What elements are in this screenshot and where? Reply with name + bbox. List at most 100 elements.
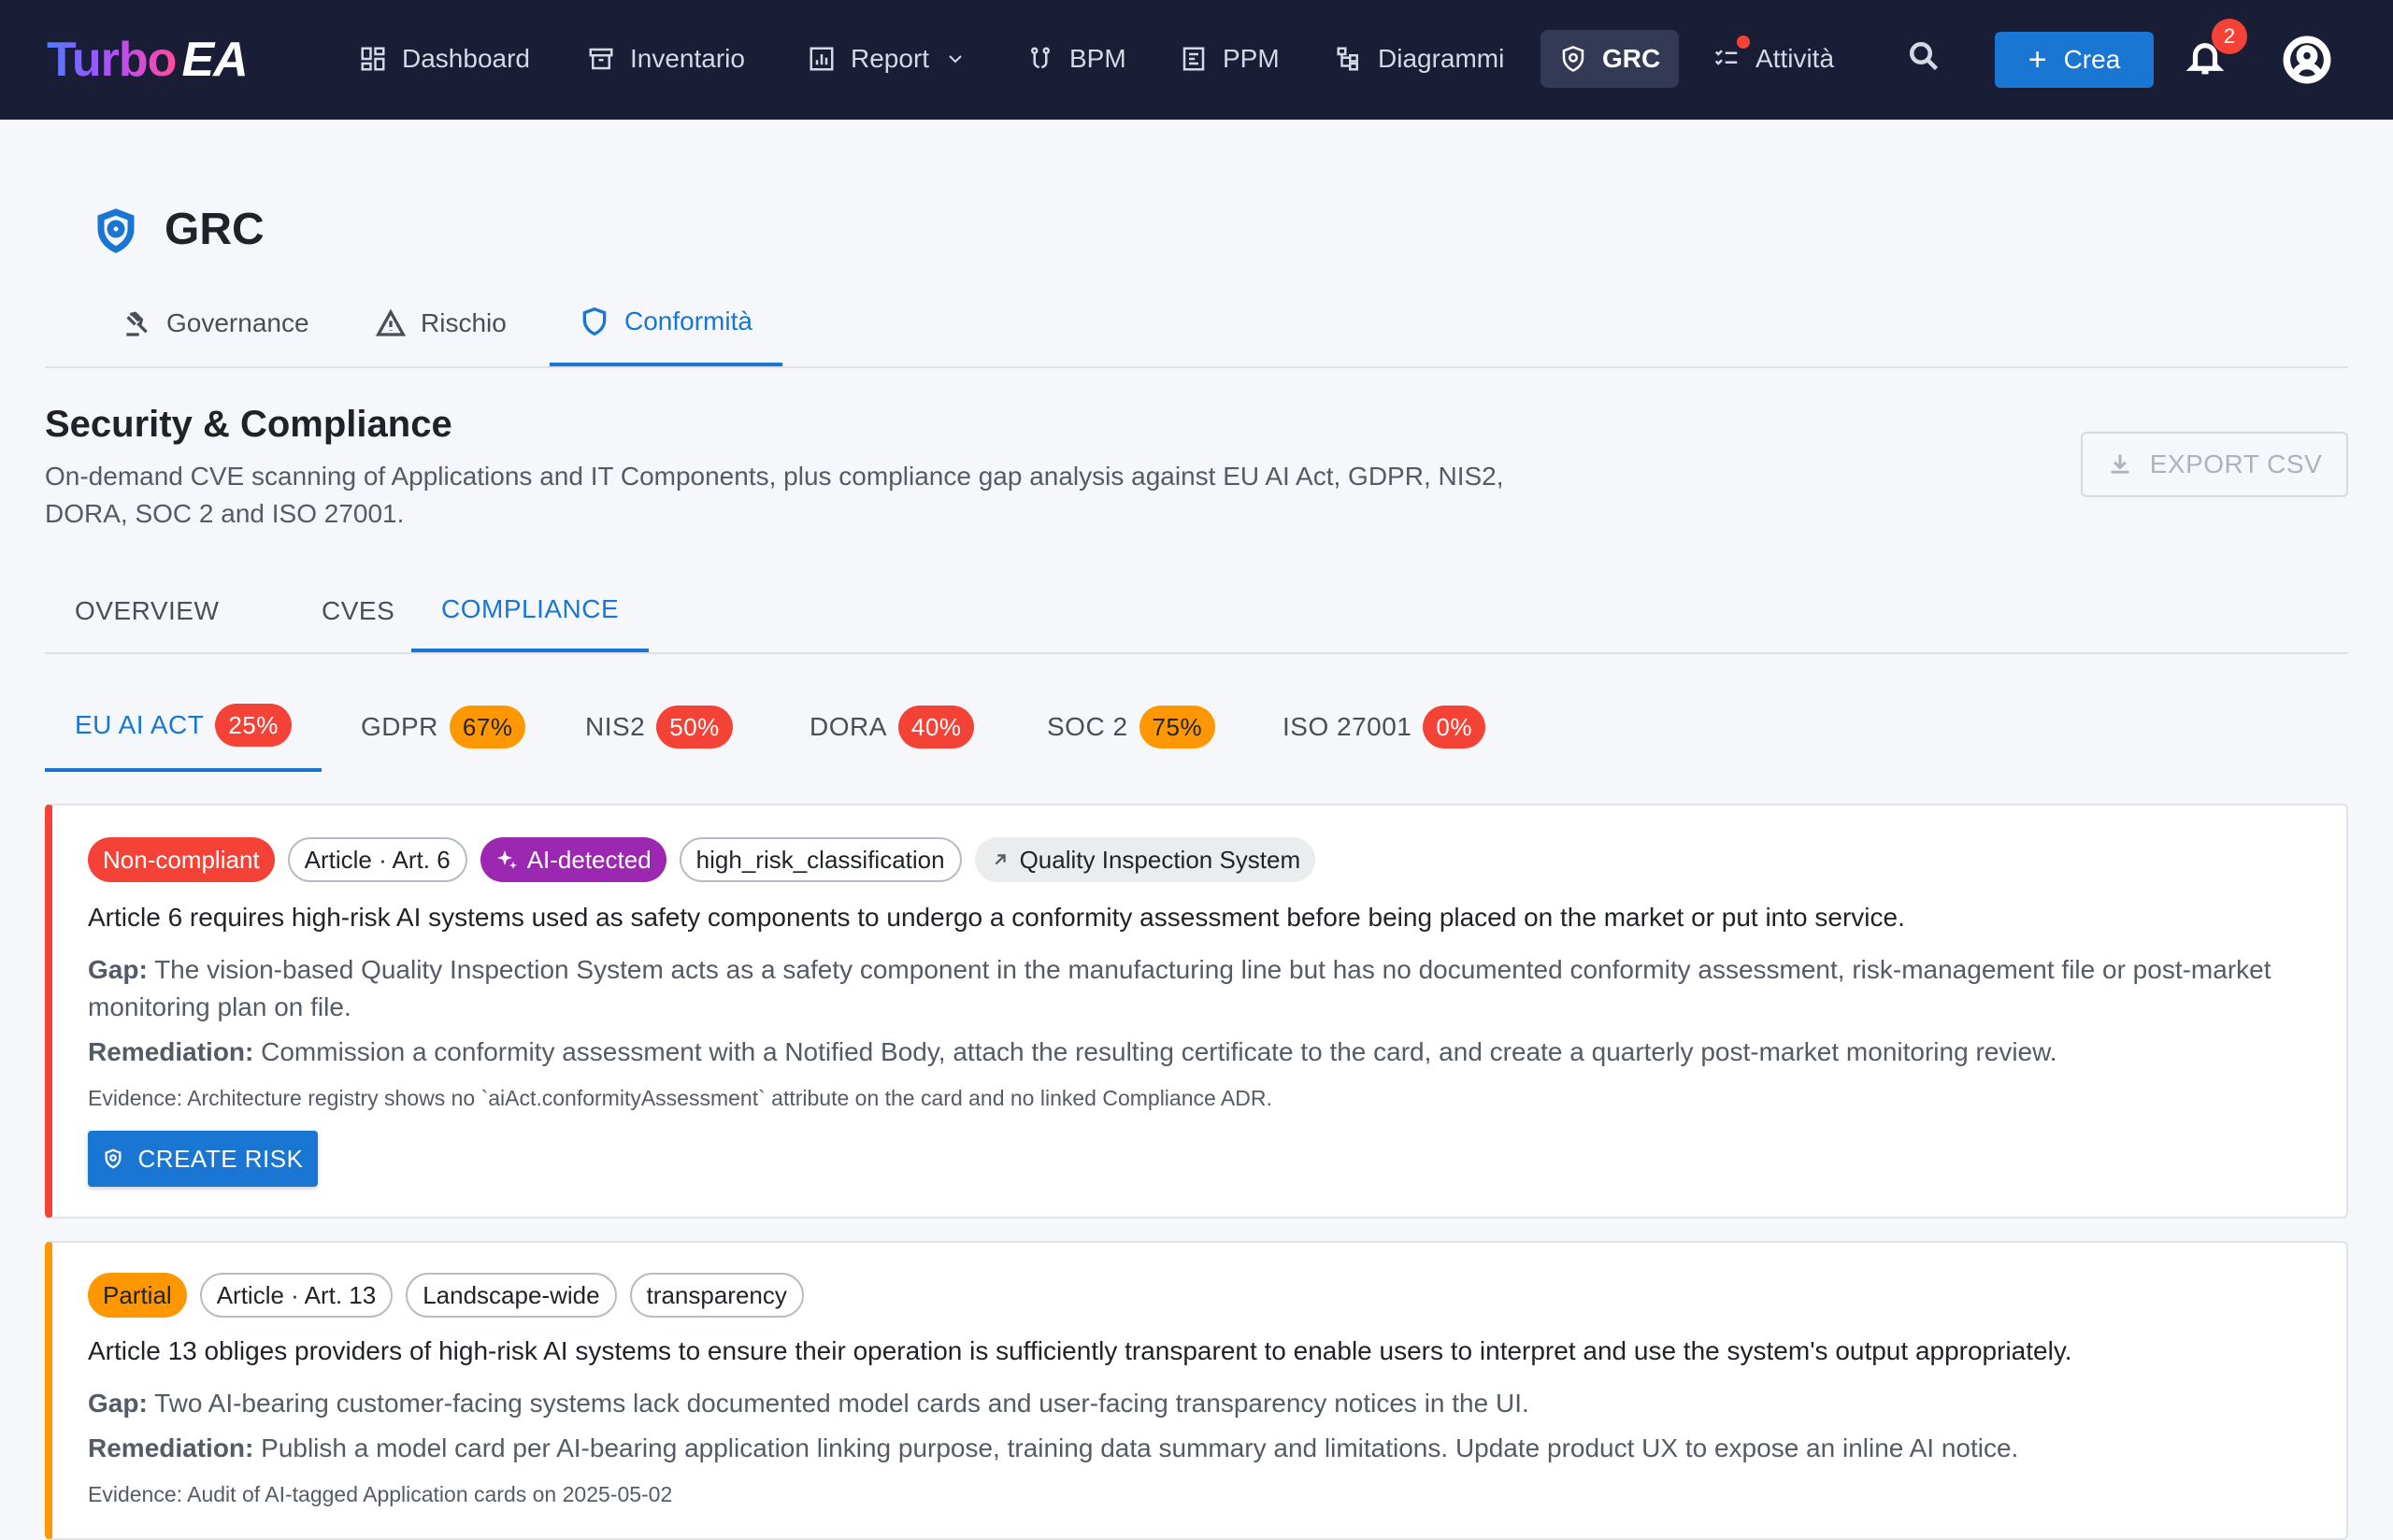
sparkle-icon <box>496 850 517 869</box>
finding-remediation: Remediation: Commission a conformity ass… <box>88 1034 2322 1071</box>
gap-text: The vision-based Quality Inspection Syst… <box>88 955 2271 1021</box>
framework-tab-soc2[interactable]: SOC 2 75% <box>1017 682 1245 772</box>
finding-chips: Partial Article · Art. 13 Landscape-wide… <box>88 1273 804 1318</box>
framework-label: DORA <box>810 712 887 741</box>
framework-tab-iso27001[interactable]: ISO 27001 0% <box>1253 682 1515 772</box>
status-chip: Partial <box>88 1273 187 1318</box>
search-button[interactable] <box>1907 39 1948 80</box>
tab-compliance[interactable]: COMPLIANCE <box>411 570 650 652</box>
process-icon <box>1031 47 1050 68</box>
remediation-label: Remediation: <box>88 1037 254 1066</box>
ai-detected-chip: AI-detected <box>480 837 666 882</box>
diagram-icon <box>1337 47 1358 71</box>
framework-tab-eu-ai-act[interactable]: EU AI ACT 25% <box>45 682 322 772</box>
category-chip: transparency <box>629 1273 804 1318</box>
shield-icon <box>97 208 135 253</box>
nav-ppm[interactable]: PPM <box>1161 30 1298 88</box>
finding-card: Partial Article · Art. 13 Landscape-wide… <box>45 1241 2348 1540</box>
tab-governance-label: Governance <box>166 308 309 337</box>
checklist-icon <box>1714 50 1738 65</box>
finding-requirement: Article 13 obliges providers of high-ris… <box>88 1336 2072 1365</box>
framework-score-badge: 75% <box>1139 706 1216 749</box>
nav-diagrammi-label: Diagrammi <box>1378 44 1505 73</box>
finding-card: Non-compliant Article · Art. 6 AI-detect… <box>45 804 2348 1219</box>
create-risk-button[interactable]: CREATE RISK <box>88 1131 318 1187</box>
scope-chip: Landscape-wide <box>406 1273 617 1318</box>
finding-chips: Non-compliant Article · Art. 6 AI-detect… <box>88 837 1316 882</box>
tab-conformita[interactable]: Conformità <box>550 280 782 366</box>
nav-diagrammi[interactable]: Diagrammi <box>1316 30 1523 88</box>
framework-tab-gdpr[interactable]: GDPR 67% <box>331 682 555 772</box>
nav-bpm-label: BPM <box>1069 44 1126 73</box>
nav-dashboard-label: Dashboard <box>402 44 530 73</box>
framework-score-badge: 25% <box>215 704 292 747</box>
report-icon <box>810 47 834 71</box>
nav-grc-label: GRC <box>1602 44 1661 73</box>
tab-overview[interactable]: OVERVIEW <box>45 570 249 652</box>
nav-inventario-label: Inventario <box>630 44 745 73</box>
framework-label: SOC 2 <box>1047 712 1128 741</box>
arrow-up-right-icon <box>995 854 1006 865</box>
nav-bpm[interactable]: BPM <box>1008 30 1145 88</box>
framework-score-badge: 0% <box>1423 706 1485 749</box>
export-csv-button[interactable]: EXPORT CSV <box>2081 432 2348 497</box>
account-button[interactable] <box>2283 36 2331 84</box>
search-icon <box>1910 42 1939 71</box>
attivita-unread-dot <box>1737 36 1750 49</box>
top-navigation-bar: Turbo EA Dashboard Inventario Report BPM… <box>0 0 2393 120</box>
remediation-label: Remediation: <box>88 1433 254 1462</box>
tab-rischio[interactable]: Rischio <box>346 280 537 366</box>
remediation-text: Commission a conformity assessment with … <box>261 1037 2057 1066</box>
warning-icon <box>376 308 406 336</box>
framework-tab-nis2[interactable]: NIS2 50% <box>555 682 763 772</box>
account-circle-icon <box>2283 36 2331 84</box>
nav-attivita[interactable]: Attività <box>1694 30 1853 88</box>
nav-dashboard[interactable]: Dashboard <box>340 30 549 88</box>
create-button-label: Crea <box>2063 45 2121 74</box>
dashboard-icon <box>361 47 385 71</box>
create-risk-label: CREATE RISK <box>137 1144 304 1173</box>
grc-tabs: Governance Rischio Conformità <box>45 280 2348 368</box>
framework-tab-dora[interactable]: DORA 40% <box>780 682 1004 772</box>
ai-detected-label: AI-detected <box>526 845 652 874</box>
shield-outline-icon <box>582 307 607 336</box>
plus-icon: + <box>2028 42 2047 78</box>
archive-icon <box>589 48 613 70</box>
section-description: On-demand CVE scanning of Applications a… <box>45 462 1504 528</box>
nav-inventario[interactable]: Inventario <box>568 30 764 88</box>
section-title: Security & Compliance <box>45 404 452 445</box>
grc-page-icon <box>93 207 138 254</box>
export-csv-label: EXPORT CSV <box>2149 449 2323 478</box>
tab-governance[interactable]: Governance <box>92 280 339 366</box>
gap-label: Gap: <box>88 1389 148 1418</box>
article-chip: Article · Art. 13 <box>199 1273 394 1318</box>
nav-grc[interactable]: GRC <box>1540 30 1680 88</box>
security-subtabs: OVERVIEW CVES COMPLIANCE <box>45 570 2348 654</box>
tab-rischio-label: Rischio <box>421 308 507 337</box>
article-chip: Article · Art. 6 <box>287 837 467 882</box>
framework-score-badge: 40% <box>897 706 975 749</box>
framework-label: NIS2 <box>585 712 646 741</box>
download-icon <box>2111 454 2129 474</box>
linked-card-chip[interactable]: Quality Inspection System <box>974 837 1316 882</box>
nav-ppm-label: PPM <box>1223 44 1280 73</box>
app-logo[interactable]: Turbo EA <box>47 30 249 90</box>
finding-requirement: Article 6 requires high-risk AI systems … <box>88 903 1905 932</box>
framework-score-badge: 67% <box>449 706 526 749</box>
page-title: GRC <box>165 205 265 254</box>
linked-card-label: Quality Inspection System <box>1019 845 1301 874</box>
shield-icon <box>105 1148 122 1169</box>
finding-gap: Gap: The vision-based Quality Inspection… <box>88 951 2322 1026</box>
tab-conformita-label: Conformità <box>624 307 752 335</box>
finding-evidence: Evidence: Architecture registry shows no… <box>88 1086 1272 1110</box>
category-chip: high_risk_classification <box>679 837 962 882</box>
gap-text: Two AI-bearing customer-facing systems l… <box>154 1389 1529 1418</box>
framework-label: GDPR <box>361 712 438 741</box>
notification-count-badge: 2 <box>2212 19 2247 54</box>
nav-attivita-label: Attività <box>1755 44 1835 73</box>
tab-cves[interactable]: CVES <box>292 570 424 652</box>
finding-gap: Gap: Two AI-bearing customer-facing syst… <box>88 1385 2322 1422</box>
nav-report[interactable]: Report <box>789 30 985 88</box>
create-button[interactable]: + Crea <box>1995 32 2154 88</box>
gap-label: Gap: <box>88 955 148 984</box>
